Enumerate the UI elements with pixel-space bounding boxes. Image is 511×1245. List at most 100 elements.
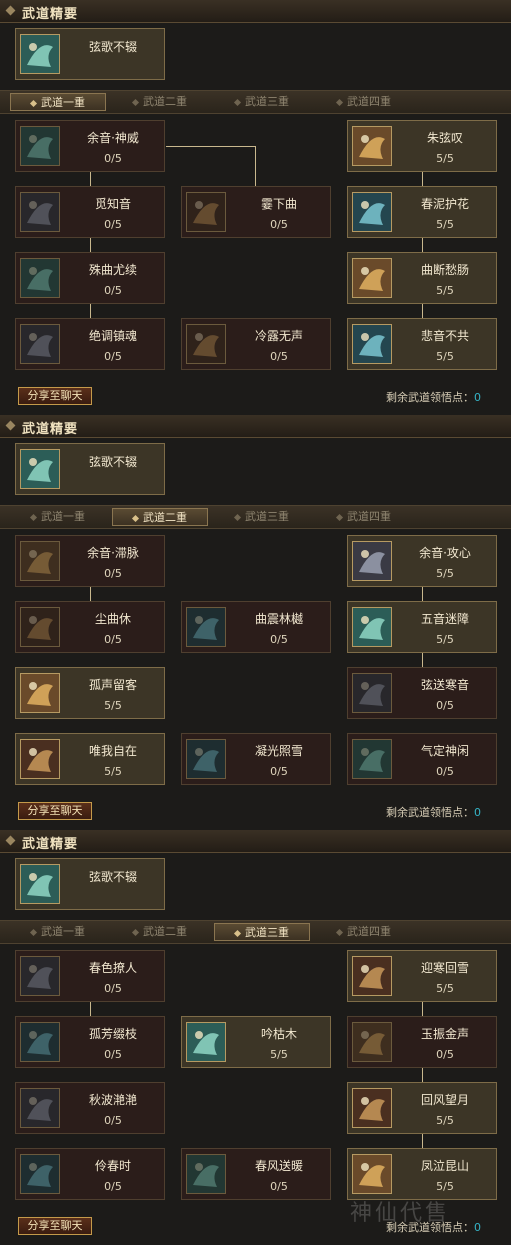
skill-name: 弦送寒音 (420, 678, 469, 692)
skill-name: 霎下曲 (260, 197, 297, 211)
skill-node[interactable]: 弦送寒音 0/5 (347, 667, 497, 719)
skill-node[interactable]: 觅知音 0/5 (15, 186, 165, 238)
skill-icon (186, 192, 226, 232)
connector-line (422, 238, 423, 252)
skill-name: 悲音不共 (420, 329, 469, 343)
skill-icon (20, 607, 60, 647)
skill-node[interactable]: 冷露无声 0/5 (181, 318, 331, 370)
skill-node[interactable]: 殊曲尤续 0/5 (15, 252, 165, 304)
skill-node[interactable]: 余音·攻心 5/5 (347, 535, 497, 587)
skill-node[interactable]: 五音迷障 5/5 (347, 601, 497, 653)
connector-line (422, 653, 423, 667)
skill-node[interactable]: 悲音不共 5/5 (347, 318, 497, 370)
skill-level: 5/5 (270, 1048, 288, 1061)
skill-node[interactable]: 春色撩人 0/5 (15, 950, 165, 1002)
essential-skill[interactable]: 弦歌不辍 (15, 443, 165, 495)
skill-name: 孤芳缀枝 (88, 1027, 137, 1041)
essential-skill[interactable]: 弦歌不辍 (15, 858, 165, 910)
connector-line (255, 146, 256, 186)
skill-node[interactable]: 孤声留客 5/5 (15, 667, 165, 719)
skill-icon (20, 324, 60, 364)
essentials-title: 武道精要 (22, 7, 79, 22)
skill-level: 5/5 (436, 284, 454, 297)
skill-name: 春泥护花 (420, 197, 469, 211)
skill-icon (20, 673, 60, 713)
skill-node[interactable]: 秋波滟滟 0/5 (15, 1082, 165, 1134)
tab-diamond-icon (233, 513, 242, 521)
tab-tier-4[interactable]: 武道四重 (316, 923, 412, 941)
tab-diamond-icon (29, 99, 38, 107)
skill-name: 回风望月 (420, 1093, 469, 1107)
skill-icon (352, 258, 392, 298)
skill-name: 玉振金声 (420, 1027, 469, 1041)
skill-node[interactable]: 尘曲休 0/5 (15, 601, 165, 653)
skill-icon (352, 541, 392, 581)
skill-node[interactable]: 回风望月 5/5 (347, 1082, 497, 1134)
skill-icon (20, 541, 60, 581)
skill-level: 0/5 (104, 350, 122, 363)
skill-icon (352, 324, 392, 364)
essential-skill[interactable]: 弦歌不辍 (15, 28, 165, 80)
tab-tier-2[interactable]: 武道二重 (112, 923, 208, 941)
skill-name: 秋波滟滟 (88, 1093, 137, 1107)
connector-line (422, 1068, 423, 1082)
skill-node[interactable]: 曲断愁肠 5/5 (347, 252, 497, 304)
skill-node[interactable]: 唯我自在 5/5 (15, 733, 165, 785)
skill-node[interactable]: 伶春时 0/5 (15, 1148, 165, 1200)
skill-node[interactable]: 吟枯木 5/5 (181, 1016, 331, 1068)
share-to-chat-button[interactable]: 分享至聊天 (18, 1217, 92, 1235)
skill-icon (186, 739, 226, 779)
skill-icon (20, 258, 60, 298)
skill-node[interactable]: 迎寒回雪 5/5 (347, 950, 497, 1002)
essential-skill-icon (20, 449, 60, 489)
skill-node[interactable]: 余音·神威 0/5 (15, 120, 165, 172)
remaining-points-value: 0 (474, 391, 481, 404)
tab-diamond-icon (131, 928, 140, 936)
tab-tier-3[interactable]: 武道三重 (214, 93, 310, 111)
skill-name: 孤声留客 (88, 678, 137, 692)
skill-node[interactable]: 绝调镇魂 0/5 (15, 318, 165, 370)
skill-node[interactable]: 凤泣昆山 5/5 (347, 1148, 497, 1200)
skill-level: 0/5 (270, 218, 288, 231)
skill-icon (20, 739, 60, 779)
essential-skill-name: 弦歌不辍 (88, 870, 137, 884)
skill-panel: 武道精要 弦歌不辍 武道一重 武道二重 武道三重 武道四重 余音·滞脉 0/5 余音·攻心 5/5… (0, 415, 511, 830)
tab-tier-3[interactable]: 武道三重 (214, 923, 310, 941)
tab-diamond-icon (335, 928, 344, 936)
tab-diamond-icon (29, 928, 38, 936)
skill-icon (352, 126, 392, 166)
skill-node[interactable]: 气定神闲 0/5 (347, 733, 497, 785)
connector-line (422, 304, 423, 318)
tab-tier-4[interactable]: 武道四重 (316, 93, 412, 111)
connector-line (90, 172, 91, 186)
skill-node[interactable]: 春泥护花 5/5 (347, 186, 497, 238)
skill-name: 觅知音 (94, 197, 131, 211)
tab-tier-4[interactable]: 武道四重 (316, 508, 412, 526)
tab-tier-3[interactable]: 武道三重 (214, 508, 310, 526)
skill-icon (352, 739, 392, 779)
tab-tier-2[interactable]: 武道二重 (112, 508, 208, 526)
tab-tier-1[interactable]: 武道一重 (10, 508, 106, 526)
skill-node[interactable]: 曲震林樾 0/5 (181, 601, 331, 653)
skill-node[interactable]: 余音·滞脉 0/5 (15, 535, 165, 587)
skill-level: 0/5 (270, 765, 288, 778)
share-to-chat-button[interactable]: 分享至聊天 (18, 802, 92, 820)
connector-line (90, 587, 91, 601)
tab-tier-1[interactable]: 武道一重 (10, 93, 106, 111)
skill-node[interactable]: 霎下曲 0/5 (181, 186, 331, 238)
skill-node[interactable]: 朱弦叹 5/5 (347, 120, 497, 172)
skill-node[interactable]: 玉振金声 0/5 (347, 1016, 497, 1068)
tab-tier-1[interactable]: 武道一重 (10, 923, 106, 941)
essentials-header: 武道精要 (0, 830, 511, 853)
skill-icon (20, 1022, 60, 1062)
skill-level: 0/5 (104, 982, 122, 995)
tab-tier-2[interactable]: 武道二重 (112, 93, 208, 111)
skill-level: 0/5 (104, 284, 122, 297)
remaining-points-value: 0 (474, 806, 481, 819)
skill-icon (186, 1022, 226, 1062)
share-to-chat-button[interactable]: 分享至聊天 (18, 387, 92, 405)
tier-tabs: 武道一重 武道二重 武道三重 武道四重 (0, 920, 511, 944)
skill-node[interactable]: 凝光照雪 0/5 (181, 733, 331, 785)
skill-node[interactable]: 春风送暖 0/5 (181, 1148, 331, 1200)
skill-node[interactable]: 孤芳缀枝 0/5 (15, 1016, 165, 1068)
